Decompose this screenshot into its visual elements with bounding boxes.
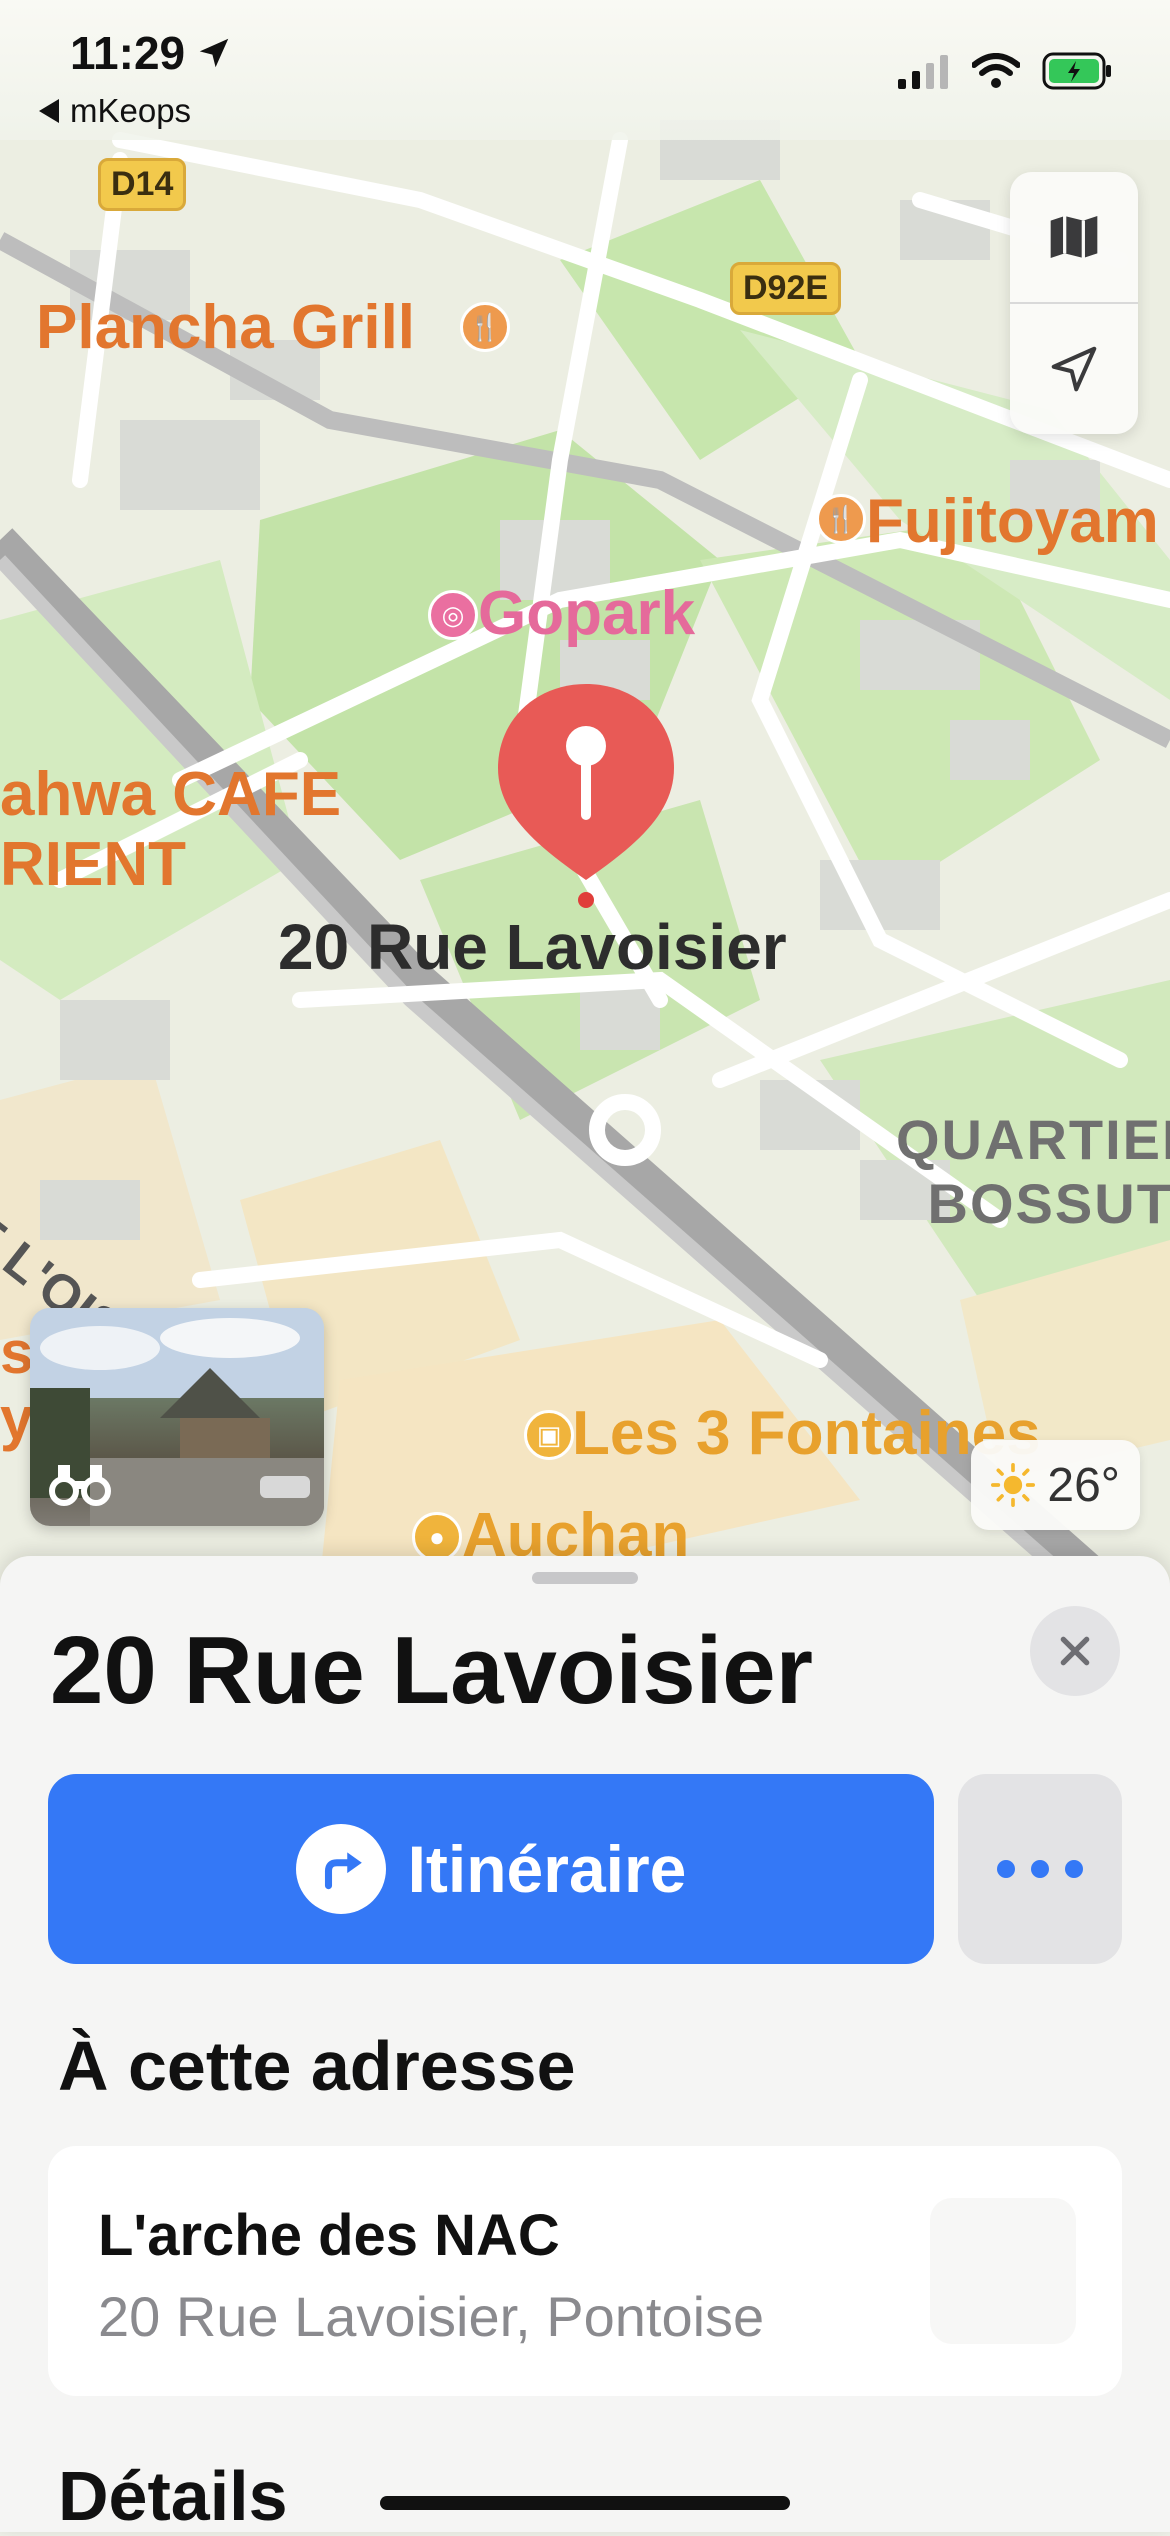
- home-indicator[interactable]: [380, 2496, 790, 2510]
- map-mode-icon: [1050, 216, 1098, 258]
- back-app-label: mKeops: [70, 92, 192, 129]
- details-heading: Détails: [58, 2457, 288, 2535]
- look-around-preview[interactable]: [30, 1308, 324, 1526]
- poi-plancha-grill[interactable]: Plancha Grill: [36, 292, 415, 363]
- locate-me-icon: [1051, 346, 1097, 392]
- park-icon[interactable]: ◎: [428, 590, 478, 640]
- poi-fujitoyama[interactable]: Fujitoyam: [866, 486, 1159, 557]
- status-indicators: [898, 52, 1114, 90]
- more-dots-icon: [1065, 1860, 1083, 1878]
- map-mode-button[interactable]: [1010, 172, 1138, 302]
- place-card[interactable]: L'arche des NAC 20 Rue Lavoisier, Pontoi…: [48, 2146, 1122, 2396]
- close-icon: [1060, 1636, 1090, 1666]
- more-options-button[interactable]: [958, 1774, 1122, 1964]
- district-line2: BOSSUT: [927, 1172, 1170, 1235]
- locate-me-button[interactable]: [1010, 304, 1138, 434]
- district-line1: QUARTIER: [896, 1108, 1170, 1171]
- route-turn-icon: [324, 1852, 362, 1890]
- sun-icon: [991, 1463, 1036, 1507]
- binoculars-icon: [49, 1465, 111, 1506]
- edge-fragment-2: y: [0, 1385, 34, 1452]
- poi-qahwa-cafe[interactable]: ahwa CAFE RIENT: [0, 760, 341, 900]
- directions-label: Itinéraire: [407, 1832, 687, 1906]
- at-address-heading: À cette adresse: [58, 2027, 576, 2105]
- edge-fragment-1: s: [0, 1319, 34, 1386]
- place-card-name: L'arche des NAC: [98, 2203, 560, 2268]
- poi-plancha-label: Plancha Grill: [36, 293, 416, 362]
- more-dots-icon: [997, 1860, 1015, 1878]
- district-label: QUARTIER BOSSUT: [896, 1108, 1170, 1236]
- place-sheet: 20 Rue Lavoisier Itinéraire À cette adre…: [0, 1556, 1170, 2535]
- status-time: 11:29: [70, 27, 186, 79]
- cart-icon[interactable]: ●: [412, 1512, 462, 1562]
- back-triangle-icon: [39, 99, 59, 123]
- back-to-app-link[interactable]: mKeops: [38, 92, 191, 130]
- poi-fujitoyama-label: Fujitoyam: [866, 487, 1159, 556]
- poi-qahwa-line2: RIENT: [0, 830, 186, 899]
- poi-qahwa-line1: ahwa CAFE: [0, 760, 342, 829]
- poi-les-3-fontaines[interactable]: Les 3 Fontaines: [572, 1398, 1041, 1469]
- route-icon-circle: [295, 1824, 386, 1914]
- place-title: 20 Rue Lavoisier: [50, 1617, 814, 1724]
- map-view[interactable]: 11:29 mKeops D14 D92E Plancha Grill 🍴 🍴 …: [0, 0, 1170, 1580]
- sheet-grabber[interactable]: [532, 1572, 638, 1584]
- location-arrow-icon: [199, 38, 229, 68]
- status-time-group: 11:29: [70, 26, 233, 80]
- place-card-thumbnail: [930, 2198, 1076, 2344]
- close-button[interactable]: [1030, 1606, 1120, 1696]
- restaurant-icon[interactable]: 🍴: [460, 302, 510, 352]
- road-badge-d14: D14: [98, 158, 187, 211]
- weather-chip[interactable]: 26°: [971, 1440, 1140, 1530]
- road-badge-d92e: D92E: [730, 262, 842, 315]
- battery-icon: [1042, 52, 1111, 90]
- shopping-icon[interactable]: ▣: [524, 1410, 574, 1460]
- place-card-address: 20 Rue Lavoisier, Pontoise: [98, 2285, 765, 2348]
- map-controls: [1010, 172, 1138, 434]
- poi-gopark-label: Gopark: [478, 579, 696, 648]
- signal-icon: [898, 55, 948, 89]
- status-bar: 11:29 mKeops: [0, 0, 1170, 140]
- restaurant-icon[interactable]: 🍴: [816, 494, 866, 544]
- more-dots-icon: [1031, 1860, 1049, 1878]
- wifi-icon: [972, 53, 1020, 88]
- pin-address-label: 20 Rue Lavoisier: [278, 911, 787, 983]
- location-pin-icon[interactable]: [494, 680, 678, 910]
- poi-gopark[interactable]: Gopark: [478, 578, 695, 649]
- poi-fontaines-label: Les 3 Fontaines: [572, 1399, 1041, 1468]
- weather-temperature: 26°: [1047, 1458, 1120, 1512]
- directions-button[interactable]: Itinéraire: [48, 1774, 934, 1964]
